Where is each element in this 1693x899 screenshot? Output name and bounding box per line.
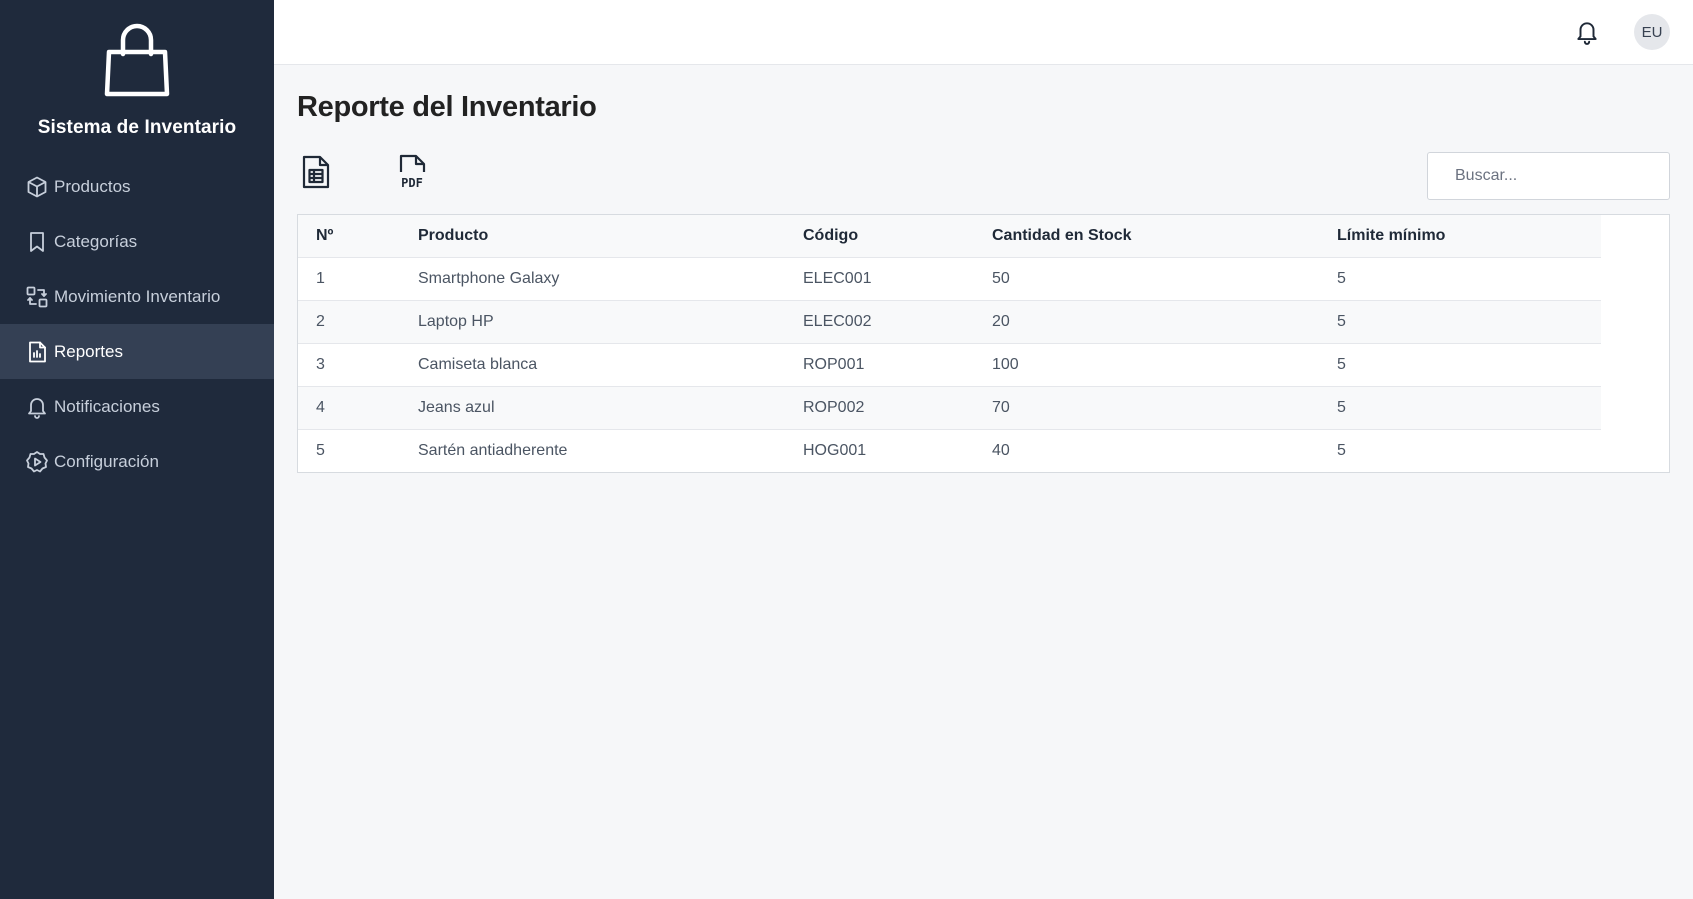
table-row[interactable]: 3 Camiseta blanca ROP001 100 5	[298, 342, 1601, 386]
table-cell: 70	[974, 385, 1319, 429]
sidebar-item-categorias[interactable]: Categorías	[0, 214, 274, 269]
table-header-row: Nº Producto Código Cantidad en Stock Lím…	[298, 215, 1601, 257]
table-cell: HOG001	[785, 428, 974, 472]
table-cell: Smartphone Galaxy	[400, 256, 785, 300]
svg-text:PDF: PDF	[401, 176, 423, 190]
table-cell: Jeans azul	[400, 385, 785, 429]
sidebar-item-label: Configuración	[54, 451, 159, 471]
sidebar-item-productos[interactable]: Productos	[0, 159, 274, 214]
table-cell: 2	[298, 299, 400, 343]
table-cell: 5	[1319, 385, 1601, 429]
table-cell: 50	[974, 256, 1319, 300]
table-cell: ROP002	[785, 385, 974, 429]
sidebar-item-label: Productos	[54, 176, 131, 196]
sidebar-item-label: Categorías	[54, 231, 138, 251]
inventory-table: Nº Producto Código Cantidad en Stock Lím…	[297, 214, 1670, 473]
sidebar: Sistema de Inventario Productos Categorí…	[0, 0, 274, 899]
table-cell: 3	[298, 342, 400, 386]
shopping-bag-icon	[101, 22, 173, 105]
table-cell: ELEC001	[785, 256, 974, 300]
table-cell: ELEC002	[785, 299, 974, 343]
topbar: EU	[274, 0, 1693, 65]
table-cell: Laptop HP	[400, 299, 785, 343]
table-row[interactable]: 5 Sartén antiadherente HOG001 40 5	[298, 428, 1601, 472]
sidebar-item-label: Notificaciones	[54, 396, 160, 416]
table-cell: 100	[974, 342, 1319, 386]
table-row[interactable]: 4 Jeans azul ROP002 70 5	[298, 385, 1601, 429]
main-content: Reporte del Inventario PDF Nº Producto C…	[274, 65, 1693, 899]
table-row[interactable]: 1 Smartphone Galaxy ELEC001 50 5	[298, 256, 1601, 300]
table-cell: 5	[1319, 428, 1601, 472]
table-cell: 40	[974, 428, 1319, 472]
table-cell: ROP001	[785, 342, 974, 386]
box-icon	[24, 174, 50, 200]
notifications-bell-icon[interactable]	[1573, 18, 1601, 46]
table-cell: 4	[298, 385, 400, 429]
sidebar-item-reportes[interactable]: Reportes	[0, 324, 274, 379]
table-cell: 5	[298, 428, 400, 472]
bookmark-icon	[24, 229, 50, 255]
search-input[interactable]	[1427, 152, 1670, 200]
sidebar-item-label: Movimiento Inventario	[54, 286, 221, 306]
gear-icon	[24, 449, 50, 475]
sidebar-item-configuracion[interactable]: Configuración	[0, 434, 274, 489]
sidebar-nav: Productos Categorías Movimiento Inventar…	[0, 159, 274, 489]
spreadsheet-icon	[301, 155, 331, 194]
column-header[interactable]: Límite mínimo	[1319, 215, 1601, 257]
column-header[interactable]: Nº	[298, 215, 400, 257]
table-cell: 5	[1319, 342, 1601, 386]
page-title: Reporte del Inventario	[297, 91, 597, 123]
table-cell: 1	[298, 256, 400, 300]
sidebar-item-movimiento-inventario[interactable]: Movimiento Inventario	[0, 269, 274, 324]
table-cell: 5	[1319, 256, 1601, 300]
brand: Sistema de Inventario	[0, 22, 274, 139]
column-header[interactable]: Cantidad en Stock	[974, 215, 1319, 257]
avatar[interactable]: EU	[1634, 14, 1670, 50]
export-excel-button[interactable]	[296, 153, 336, 195]
sidebar-item-label: Reportes	[54, 341, 123, 361]
report-icon	[24, 339, 50, 365]
table-cell: 5	[1319, 299, 1601, 343]
swap-icon	[24, 284, 50, 310]
pdf-icon: PDF	[397, 154, 427, 195]
table-cell: 20	[974, 299, 1319, 343]
column-header[interactable]: Producto	[400, 215, 785, 257]
table-row[interactable]: 2 Laptop HP ELEC002 20 5	[298, 299, 1601, 343]
column-header[interactable]: Código	[785, 215, 974, 257]
table-cell: Sartén antiadherente	[400, 428, 785, 472]
table-cell: Camiseta blanca	[400, 342, 785, 386]
sidebar-item-notificaciones[interactable]: Notificaciones	[0, 379, 274, 434]
bell-icon	[24, 394, 50, 420]
export-pdf-button[interactable]: PDF	[392, 153, 432, 195]
app-title: Sistema de Inventario	[37, 117, 237, 138]
